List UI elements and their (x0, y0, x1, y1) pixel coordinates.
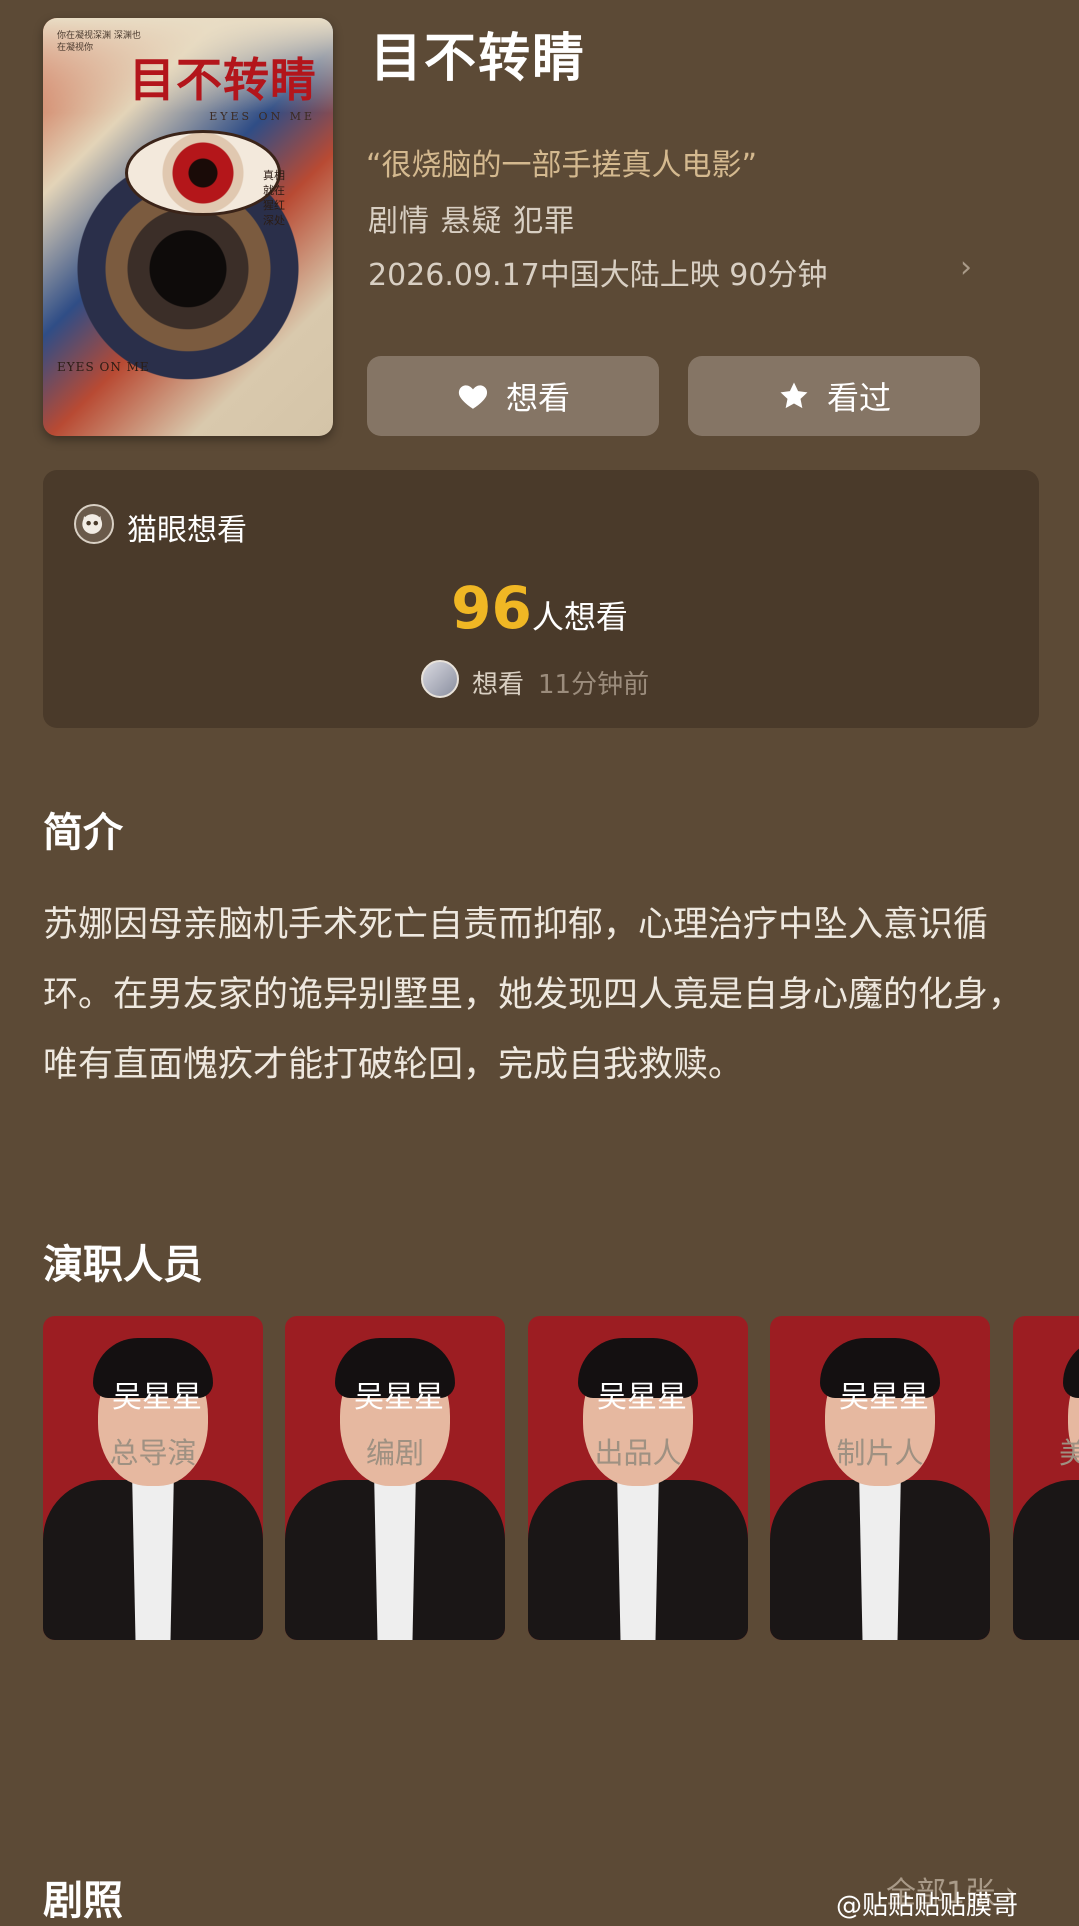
recent-activity-action: 想看 (472, 670, 525, 700)
want-to-watch-label: 想看 (505, 379, 570, 417)
maoyan-want-label: 猫眼想看 (127, 513, 247, 548)
cast-photo (1013, 1316, 1079, 1640)
cast-card[interactable] (770, 1316, 990, 1640)
cast-card[interactable] (285, 1316, 505, 1640)
watched-label: 看过 (826, 379, 891, 417)
poster-eye-art (125, 130, 281, 216)
chevron-right-icon[interactable]: › (960, 250, 972, 285)
cast-name: 吴星星 (597, 1380, 687, 1415)
heart-icon (458, 385, 488, 409)
want-count-number: 96 (451, 574, 532, 642)
movie-genres: 剧情 悬疑 犯罪 (368, 204, 576, 239)
intro-text[interactable]: 苏娜因母亲脑机手术死亡自责而抑郁，心理治疗中坠入意识循环。在男友家的诡异别墅里，… (43, 890, 1038, 1100)
poster-footer: EYES ON ME (57, 360, 150, 374)
want-to-watch-button[interactable]: 想看 (367, 356, 659, 436)
cast-role: 美 (1059, 1436, 1079, 1470)
intro-heading: 简介 (43, 810, 123, 856)
cast-role: 编剧 (365, 1436, 424, 1470)
want-count: 96人想看 (0, 574, 1079, 642)
movie-title: 目不转睛 (370, 29, 587, 89)
cast-photo (528, 1316, 748, 1640)
want-count-suffix: 人想看 (531, 598, 628, 636)
cast-heading: 演职人员 (43, 1242, 203, 1288)
movie-poster[interactable]: 你在凝视深渊 深渊也在凝视你 目不转睛 EYES ON ME 真相就在猩红深处 … (43, 18, 333, 436)
poster-subtitle: EYES ON ME (209, 110, 315, 123)
cast-role: 出品人 (594, 1436, 682, 1470)
stills-heading: 剧照 (43, 1878, 123, 1924)
cast-card[interactable] (528, 1316, 748, 1640)
watched-button[interactable]: 看过 (688, 356, 980, 436)
cast-card[interactable] (43, 1316, 263, 1640)
star-icon (780, 382, 808, 409)
movie-release-info[interactable]: 2026.09.17中国大陆上映 90分钟 (368, 250, 827, 294)
recent-activity-time: 11分钟前 (538, 670, 650, 700)
cast-name: 吴星星 (354, 1380, 444, 1415)
cast-role: 总导演 (109, 1436, 197, 1470)
cast-name: 吴星星 (839, 1380, 929, 1415)
cast-photo (285, 1316, 505, 1640)
avatar (421, 660, 459, 698)
cast-role: 制片人 (836, 1436, 924, 1470)
cast-card[interactable] (1013, 1316, 1079, 1640)
cast-list[interactable] (43, 1316, 1079, 1656)
poster-title: 目不转睛 (129, 53, 317, 107)
cast-photo (43, 1316, 263, 1640)
cast-name: 吴星星 (112, 1380, 202, 1415)
poster-side-text: 真相就在猩红深处 (263, 169, 285, 227)
movie-quote: “很烧脑的一部手搓真人电影” (366, 148, 758, 183)
cast-photo (770, 1316, 990, 1640)
maoyan-cat-icon (74, 504, 114, 544)
watermark: @贴贴贴贴膜哥 (836, 1891, 1019, 1921)
